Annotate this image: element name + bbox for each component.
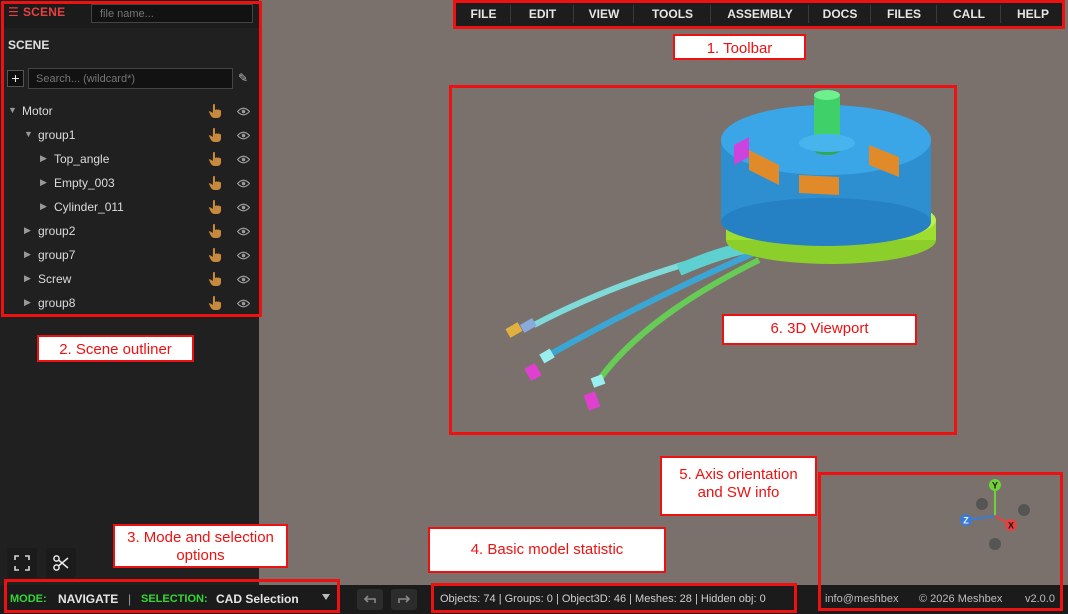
scissors-icon	[53, 555, 69, 571]
callout-stats: 4. Basic model statistic	[428, 527, 666, 573]
toolbar-highlight	[453, 0, 1065, 29]
stats-highlight	[431, 583, 797, 613]
redo-icon	[398, 595, 411, 603]
outliner-highlight	[1, 1, 262, 317]
callout-viewport: 6. 3D Viewport	[722, 314, 917, 345]
callout-mode: 3. Mode and selection options	[113, 524, 288, 568]
cut-button[interactable]	[46, 548, 76, 578]
callout-toolbar: 1. Toolbar	[673, 34, 806, 60]
fullscreen-button[interactable]	[7, 548, 37, 578]
callout-axis: 5. Axis orientation and SW info	[660, 456, 817, 516]
fullscreen-icon	[14, 555, 30, 571]
redo-button[interactable]	[391, 589, 417, 610]
axis-highlight	[818, 472, 1063, 611]
callout-outliner: 2. Scene outliner	[37, 335, 194, 362]
viewport-highlight	[449, 85, 957, 435]
undo-button[interactable]	[357, 589, 383, 610]
mode-highlight	[4, 579, 340, 613]
undo-icon	[363, 595, 376, 603]
